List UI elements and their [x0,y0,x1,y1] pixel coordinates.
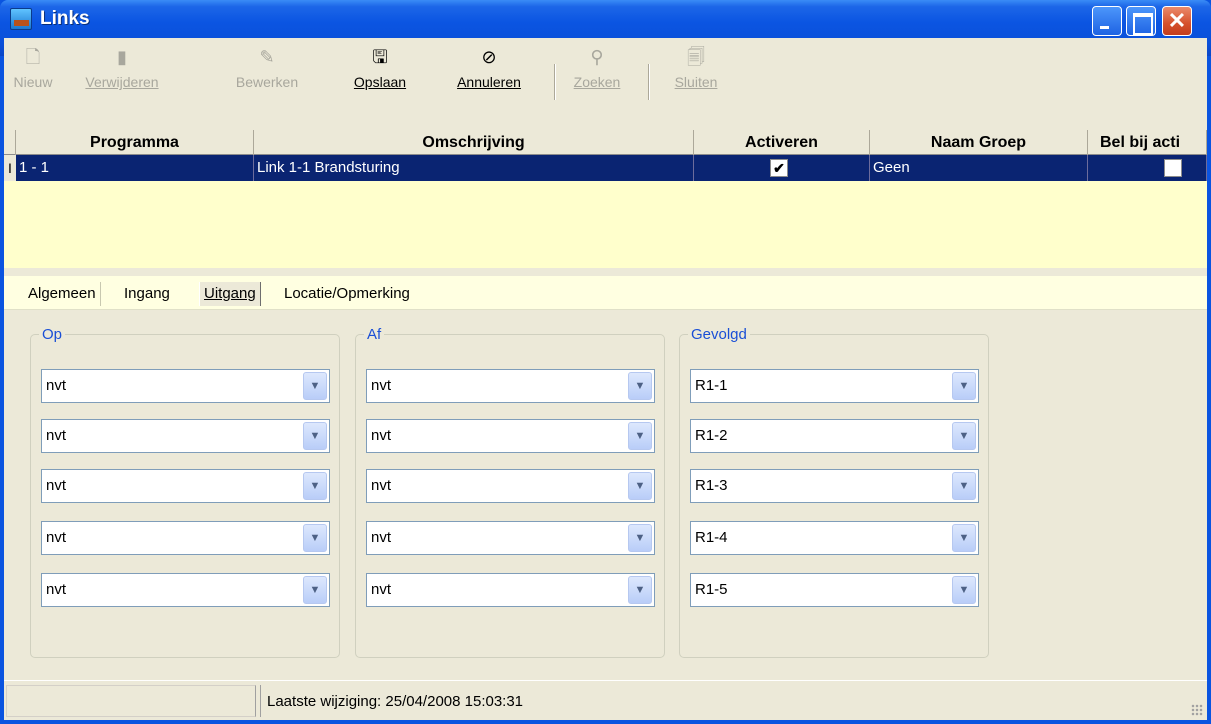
row-header-corner [4,130,16,155]
gevolgd-select-3[interactable]: R1-3 ▼ [690,469,979,503]
bel-bij-activatie-checkbox[interactable] [1164,159,1182,177]
toolbar-separator [648,64,650,100]
chevron-down-icon[interactable]: ▼ [303,472,327,500]
maximize-button[interactable] [1126,6,1156,36]
close-icon: ✕ [1167,8,1187,33]
save-icon: 🖫 [372,47,388,67]
cell-naam-groep[interactable]: Geen [870,155,1088,181]
records-grid: Programma Omschrijving Activeren Naam Gr… [4,130,1207,349]
tab-locatie-opmerking[interactable]: Locatie/Opmerking [280,282,414,306]
links-window: Links ✕ 🗋 Nieuw ▮ Verwijderen ✎ Bewerken… [0,0,1211,724]
chevron-down-icon[interactable]: ▼ [952,472,976,500]
gevolgd-select-1[interactable]: R1-1 ▼ [690,369,979,403]
column-header-bel-bij-activatie[interactable]: Bel bij acti [1088,130,1207,155]
chevron-down-icon[interactable]: ▼ [628,576,652,604]
chevron-down-icon[interactable]: ▼ [628,372,652,400]
op-select-4[interactable]: nvt ▼ [41,521,330,555]
tab-ingang[interactable]: Ingang [120,282,174,306]
resize-grip-icon[interactable] [1191,704,1203,716]
client-area: 🗋 Nieuw ▮ Verwijderen ✎ Bewerken 🖫 Opsla… [4,38,1207,720]
close-record-button[interactable]: 🗐 Sluiten [664,46,728,128]
op-select-3[interactable]: nvt ▼ [41,469,330,503]
chevron-down-icon[interactable]: ▼ [952,372,976,400]
app-icon [10,8,32,30]
af-select-5[interactable]: nvt ▼ [366,573,655,607]
save-button[interactable]: 🖫 Opslaan [344,46,416,128]
op-select-1[interactable]: nvt ▼ [41,369,330,403]
column-header-naam-groep[interactable]: Naam Groep [870,130,1088,155]
chevron-down-icon[interactable]: ▼ [952,524,976,552]
gevolgd-select-4[interactable]: R1-4 ▼ [690,521,979,555]
status-panel-left [6,685,256,717]
close-doc-icon: 🗐 [687,47,705,67]
af-select-1[interactable]: nvt ▼ [366,369,655,403]
close-button[interactable]: ✕ [1162,6,1192,36]
toolbar: 🗋 Nieuw ▮ Verwijderen ✎ Bewerken 🖫 Opsla… [4,38,1207,130]
search-button[interactable]: ⚲ Zoeken [568,46,626,128]
group-op: Op nvt ▼ nvt ▼ nvt ▼ nvt ▼ nvt ▼ [30,326,340,658]
group-af: Af nvt ▼ nvt ▼ nvt ▼ nvt ▼ nvt ▼ [355,326,665,658]
column-header-programma[interactable]: Programma [16,130,254,155]
toolbar-separator [554,64,556,100]
af-select-3[interactable]: nvt ▼ [366,469,655,503]
search-icon: ⚲ [590,47,604,67]
activeren-checkbox[interactable]: ✔ [770,159,788,177]
chevron-down-icon[interactable]: ▼ [628,472,652,500]
chevron-down-icon[interactable]: ▼ [628,524,652,552]
document-icon: 🗋 [25,47,41,67]
gevolgd-select-2[interactable]: R1-2 ▼ [690,419,979,453]
tab-algemeen[interactable]: Algemeen [24,282,101,306]
delete-button[interactable]: ▮ Verwijderen [76,46,168,128]
cancel-icon: ⊘ [481,47,497,67]
last-modified-text: Laatste wijziging: 25/04/2008 15:03:31 [267,693,524,710]
column-header-omschrijving[interactable]: Omschrijving [254,130,694,155]
group-label-gevolgd: Gevolgd [688,326,750,343]
chevron-down-icon[interactable]: ▼ [303,422,327,450]
minimize-button[interactable] [1092,6,1122,36]
new-button[interactable]: 🗋 Nieuw [12,46,54,128]
chevron-down-icon[interactable]: ▼ [952,422,976,450]
cell-omschrijving[interactable]: Link 1-1 Brandsturing [254,155,694,181]
cell-activeren[interactable]: ✔ [694,155,870,181]
cell-bel-bij-activatie[interactable] [1088,155,1207,181]
tab-strip: Algemeen Ingang Uitgang Locatie/Opmerkin… [4,276,1207,310]
status-panel-right: Laatste wijziging: 25/04/2008 15:03:31 [260,685,1200,717]
uitgang-panel: Op nvt ▼ nvt ▼ nvt ▼ nvt ▼ nvt ▼ Af nvt ▼ nvt ▼… [4,310,1207,680]
chevron-down-icon[interactable]: ▼ [303,524,327,552]
chevron-down-icon[interactable]: ▼ [952,576,976,604]
op-select-5[interactable]: nvt ▼ [41,573,330,607]
chevron-down-icon[interactable]: ▼ [628,422,652,450]
row-indicator: I [4,155,16,181]
edit-button[interactable]: ✎ Bewerken [230,46,304,128]
chevron-down-icon[interactable]: ▼ [303,372,327,400]
group-label-af: Af [364,326,385,343]
column-header-activeren[interactable]: Activeren [694,130,870,155]
group-label-op: Op [39,326,66,343]
chevron-down-icon[interactable]: ▼ [303,576,327,604]
table-row[interactable]: 1 - 1 Link 1-1 Brandsturing ✔ Geen [16,155,1207,181]
cell-programma[interactable]: 1 - 1 [16,155,254,181]
gevolgd-select-5[interactable]: R1-5 ▼ [690,573,979,607]
cancel-button[interactable]: ⊘ Annuleren [444,46,534,128]
grid-header: Programma Omschrijving Activeren Naam Gr… [4,130,1207,155]
window-title: Links [40,8,90,29]
op-select-2[interactable]: nvt ▼ [41,419,330,453]
af-select-2[interactable]: nvt ▼ [366,419,655,453]
trash-icon: ▮ [117,47,127,67]
group-gevolgd: Gevolgd R1-1 ▼ R1-2 ▼ R1-3 ▼ R1-4 ▼ R1-5 ▼ [679,326,989,658]
edit-icon: ✎ [259,47,275,67]
tab-uitgang[interactable]: Uitgang [199,282,261,306]
af-select-4[interactable]: nvt ▼ [366,521,655,555]
status-bar: Laatste wijziging: 25/04/2008 15:03:31 [4,680,1207,720]
